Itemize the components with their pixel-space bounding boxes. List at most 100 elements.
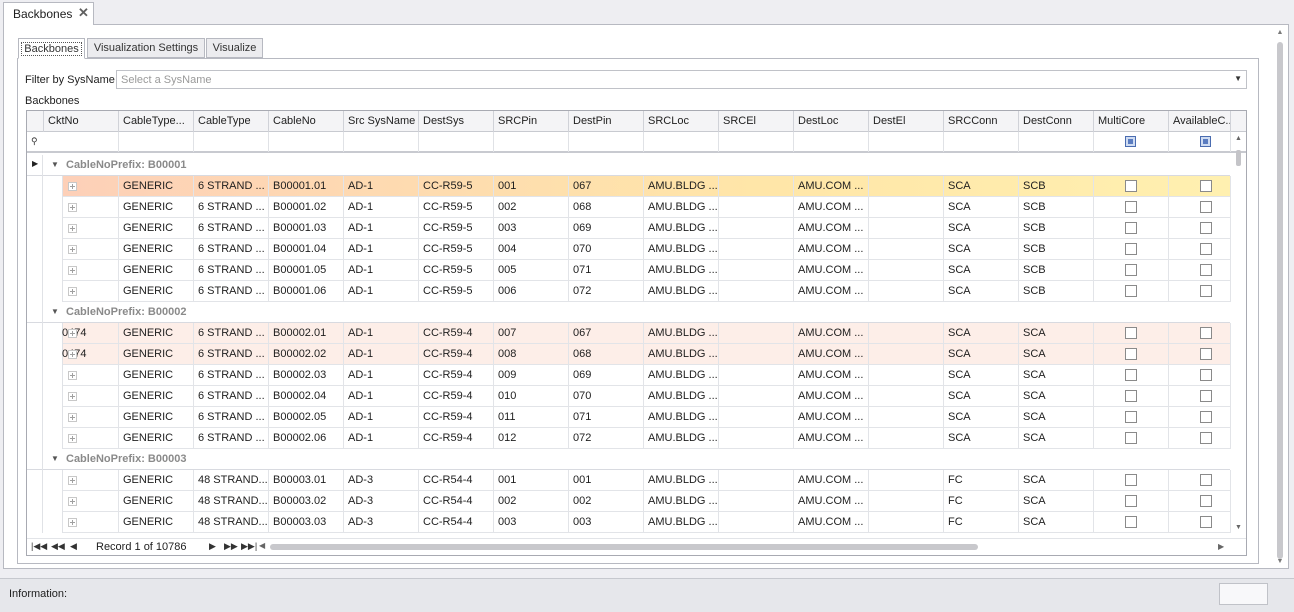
multicore-checkbox[interactable] [1125,474,1137,486]
cell-dest-loc[interactable]: AMU.COM ... [794,176,869,197]
scrollbar-thumb[interactable] [1277,42,1283,559]
cell-dest-el[interactable] [869,344,944,365]
cell-dest-conn[interactable]: SCA [1019,344,1094,365]
expand-row-icon[interactable] [68,413,77,422]
multicore-checkbox[interactable] [1125,285,1137,297]
cell-dest-loc[interactable]: AMU.COM ... [794,365,869,386]
column-header-dest-pin[interactable]: DestPin [569,111,644,132]
cell-cable-no[interactable]: B00001.03 [269,218,344,239]
filter-cell-dest-conn[interactable] [1019,132,1094,152]
cell-dest-el[interactable] [869,365,944,386]
cell-cable-type-2[interactable]: GENERIC [119,491,194,512]
cell-cable-no[interactable]: B00002.04 [269,386,344,407]
cell-src-el[interactable] [719,281,794,302]
collapse-group-icon[interactable]: ▼ [51,307,59,316]
cell-src-sysname[interactable]: AD-3 [344,470,419,491]
cell-dest-conn[interactable]: SCB [1019,260,1094,281]
available-checkbox[interactable] [1200,432,1212,444]
cell-dest-sys[interactable]: CC-R59-5 [419,197,494,218]
cell-dest-el[interactable] [869,239,944,260]
cell-src-el[interactable] [719,344,794,365]
cell-dest-el[interactable] [869,470,944,491]
tab-visualize[interactable]: Visualize [206,38,263,58]
table-row[interactable]: GENERIC 6 STRAND ... B00002.03 AD-1 CC-R59-4… [27,365,1231,386]
table-row[interactable]: GENERIC 6 STRAND ... B00001.03 AD-1 CC-R59-5… [27,218,1231,239]
cell-dest-conn[interactable]: SCB [1019,197,1094,218]
expand-row-icon[interactable] [68,287,77,296]
filter-cell-multicore[interactable] [1094,132,1169,152]
filter-cell-dest-pin[interactable] [569,132,644,152]
cell-cable-type[interactable]: 48 STRAND... [194,491,269,512]
column-header-cable-type-2[interactable]: CableType... [119,111,194,132]
available-checkbox[interactable] [1200,495,1212,507]
cell-dest-conn[interactable]: SCA [1019,407,1094,428]
filter-cell-dest-loc[interactable] [794,132,869,152]
cell-src-sysname[interactable]: AD-1 [344,323,419,344]
cell-cable-type-2[interactable]: GENERIC [119,239,194,260]
filter-checkbox[interactable] [1200,136,1211,147]
filter-cell-dest-sys[interactable] [419,132,494,152]
cell-dest-el[interactable] [869,428,944,449]
prev-page-icon[interactable]: ◀◀ [51,541,65,552]
cell-src-sysname[interactable]: AD-1 [344,386,419,407]
cell-cable-type[interactable]: 6 STRAND ... [194,407,269,428]
first-record-icon[interactable]: |◀◀ [31,541,47,552]
next-page-icon[interactable]: ▶▶ [224,541,238,552]
cell-src-loc[interactable]: AMU.BLDG ... [644,218,719,239]
multicore-checkbox[interactable] [1125,369,1137,381]
filter-cell-cable-type-2[interactable] [119,132,194,152]
cell-dest-conn[interactable]: SCA [1019,386,1094,407]
cell-src-conn[interactable]: SCA [944,176,1019,197]
expand-row-icon[interactable] [68,392,77,401]
cell-src-sysname[interactable]: AD-1 [344,176,419,197]
cell-dest-el[interactable] [869,407,944,428]
cell-src-conn[interactable]: SCA [944,407,1019,428]
cell-src-pin[interactable]: 007 [494,323,569,344]
table-row[interactable]: GENERIC 6 STRAND ... B00001.02 AD-1 CC-R59-5… [27,197,1231,218]
cell-cable-type-2[interactable]: GENERIC [119,218,194,239]
scroll-up-icon[interactable]: ▲ [1235,135,1242,142]
column-header-src-sysname[interactable]: Src SysName [344,111,419,132]
filter-cell-cable-type[interactable] [194,132,269,152]
cell-src-pin[interactable]: 006 [494,281,569,302]
cell-dest-loc[interactable]: AMU.COM ... [794,491,869,512]
filter-cell-src-pin[interactable] [494,132,569,152]
cell-src-loc[interactable]: AMU.BLDG ... [644,512,719,533]
grid-vertical-scrollbar[interactable]: ▲ ▼ [1232,132,1246,537]
cell-dest-pin[interactable]: 002 [569,491,644,512]
cell-dest-conn[interactable]: SCA [1019,365,1094,386]
cell-dest-loc[interactable]: AMU.COM ... [794,323,869,344]
scroll-down-icon[interactable]: ▼ [1275,557,1285,567]
cell-src-pin[interactable]: 001 [494,176,569,197]
cell-dest-pin[interactable]: 071 [569,407,644,428]
expand-row-icon[interactable] [68,476,77,485]
cell-cable-no[interactable]: B00003.02 [269,491,344,512]
column-header-cable-type[interactable]: CableType [194,111,269,132]
multicore-checkbox[interactable] [1125,222,1137,234]
cell-src-el[interactable] [719,218,794,239]
cell-cable-no[interactable]: B00001.02 [269,197,344,218]
cell-src-conn[interactable]: SCA [944,386,1019,407]
available-checkbox[interactable] [1200,201,1212,213]
cell-cable-type[interactable]: 6 STRAND ... [194,176,269,197]
cell-dest-loc[interactable]: AMU.COM ... [794,281,869,302]
cell-src-el[interactable] [719,407,794,428]
cell-src-sysname[interactable]: AD-1 [344,197,419,218]
cell-src-loc[interactable]: AMU.BLDG ... [644,491,719,512]
cell-dest-loc[interactable]: AMU.COM ... [794,260,869,281]
cell-dest-conn[interactable]: SCB [1019,239,1094,260]
cell-src-conn[interactable]: SCA [944,239,1019,260]
cell-dest-pin[interactable]: 070 [569,239,644,260]
cell-dest-pin[interactable]: 067 [569,323,644,344]
tab-backbones[interactable]: Backbones [18,38,85,59]
sysname-filter-combo[interactable]: Select a SysName ▼ [116,70,1247,89]
cell-src-loc[interactable]: AMU.BLDG ... [644,407,719,428]
cell-dest-sys[interactable]: CC-R54-4 [419,491,494,512]
cell-cable-type-2[interactable]: GENERIC [119,281,194,302]
cell-src-conn[interactable]: SCA [944,323,1019,344]
filter-cell-available[interactable] [1169,132,1231,152]
cell-dest-sys[interactable]: CC-R54-4 [419,512,494,533]
cell-src-pin[interactable]: 003 [494,512,569,533]
column-header-dest-conn[interactable]: DestConn [1019,111,1094,132]
collapse-group-icon[interactable]: ▼ [51,454,59,463]
